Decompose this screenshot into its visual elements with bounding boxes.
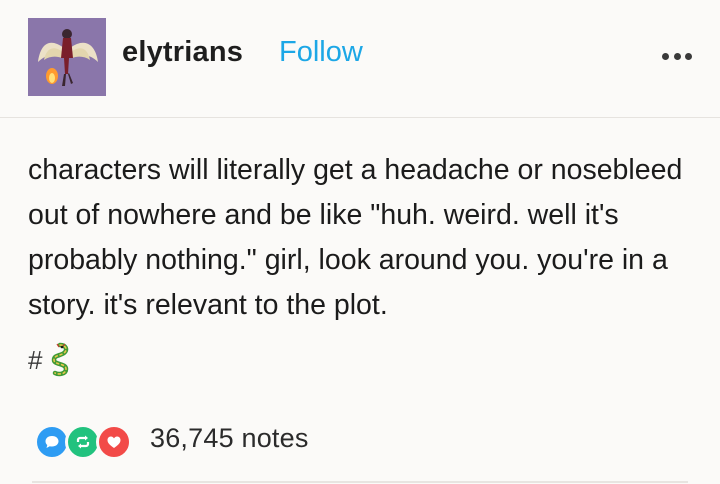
dot [685,52,692,60]
dragon-emoji-icon [48,342,72,378]
winged-character-avatar-icon [28,18,106,96]
follow-button[interactable]: Follow [279,36,363,69]
post-body-text: characters will literally get a headache… [28,154,683,321]
note-icons [34,420,134,460]
footer-divider [32,481,688,483]
post-header: elytrians Follow [0,0,720,118]
more-dots-icon[interactable] [662,50,692,62]
post-tag[interactable]: # [28,340,72,380]
notes-count: 36,745 notes [150,422,309,453]
tag-hash: # [28,344,43,375]
dot [673,52,681,60]
blog-avatar[interactable] [28,18,106,96]
like-icon [96,424,132,460]
dot [662,52,669,60]
notes-row[interactable]: 36,745 notes [34,418,309,460]
blog-name-link[interactable]: elytrians [122,36,243,69]
header-divider [0,117,720,118]
